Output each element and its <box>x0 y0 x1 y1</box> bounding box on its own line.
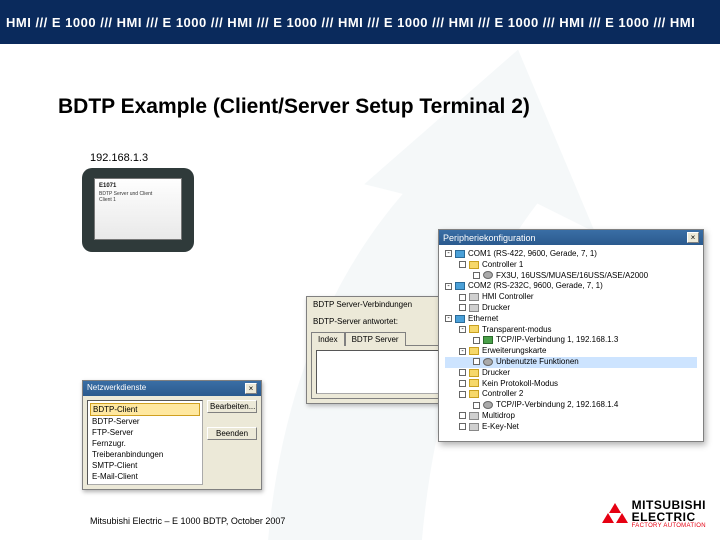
close-button[interactable]: Beenden <box>207 427 257 440</box>
mitsubishi-logo: MITSUBISHI ELECTRIC FACTORY AUTOMATION <box>602 499 706 530</box>
monitor-icon <box>455 282 465 290</box>
network-services-dialog: Netzwerkdienste × BDTP-ClientBDTP-Server… <box>82 380 262 490</box>
green-icon <box>483 336 493 344</box>
gear-icon <box>483 271 493 279</box>
hmi-screen: E1071 BDTP Server und Client Client 1 <box>94 178 182 240</box>
tree-node[interactable]: TCP/IP-Verbindung 1, 192.168.1.3 <box>445 335 697 346</box>
folder-icon <box>469 369 479 377</box>
folder-icon <box>469 261 479 269</box>
hmi-device-illustration: E1071 BDTP Server und Client Client 1 <box>82 168 194 252</box>
config-tree[interactable]: -COM1 (RS-422, 9600, Gerade, 7, 1)Contro… <box>439 245 703 441</box>
list-item[interactable]: BDTP-Server <box>90 416 200 427</box>
folder-icon <box>469 347 479 355</box>
tree-node[interactable]: FX3U, 16USS/MUASE/16USS/ASE/A2000 <box>445 271 697 282</box>
list-item[interactable]: BDTP-Client <box>90 403 200 416</box>
tree-node[interactable]: HMI Controller <box>445 292 697 303</box>
folder-icon <box>469 325 479 333</box>
tab-index[interactable]: Index <box>311 332 345 346</box>
tree-node[interactable]: -Transparent-modus <box>445 325 697 336</box>
tree-node[interactable]: TCP/IP-Verbindung 2, 192.168.1.4 <box>445 400 697 411</box>
gear-icon <box>483 358 493 366</box>
tree-node[interactable]: E-Key-Net <box>445 422 697 433</box>
tree-node[interactable]: -COM1 (RS-422, 9600, Gerade, 7, 1) <box>445 249 697 260</box>
services-list[interactable]: BDTP-ClientBDTP-ServerFTP-ServerFernzugr… <box>87 400 203 485</box>
folder-icon <box>469 379 479 387</box>
footer-text: Mitsubishi Electric – E 1000 BDTP, Octob… <box>90 516 285 526</box>
ip-address-label: 192.168.1.3 <box>90 152 148 164</box>
tree-node[interactable]: Controller 1 <box>445 260 697 271</box>
list-item[interactable]: E-Mail-Client <box>90 471 200 482</box>
gear-icon <box>483 401 493 409</box>
tree-node[interactable]: Unbenutzte Funktionen <box>445 357 697 368</box>
dialog-title: Netzwerkdienste <box>87 383 146 394</box>
close-icon[interactable]: × <box>687 232 699 243</box>
tree-node[interactable]: Drucker <box>445 303 697 314</box>
tree-node[interactable]: -Ethernet <box>445 314 697 325</box>
tab-bdtp-server[interactable]: BDTP Server <box>345 332 406 346</box>
plug-icon <box>469 423 479 431</box>
close-icon[interactable]: × <box>245 383 257 394</box>
folder-icon <box>469 390 479 398</box>
slide-title: BDTP Example (Client/Server Setup Termin… <box>58 95 530 119</box>
plug-icon <box>469 304 479 312</box>
mitsubishi-triangles-icon <box>602 503 628 525</box>
list-item[interactable]: SMTP-Client <box>90 460 200 471</box>
tree-node[interactable]: Drucker <box>445 368 697 379</box>
dialog-title: Peripheriekonfiguration <box>443 233 536 243</box>
list-item[interactable]: FTP-Server <box>90 427 200 438</box>
tree-node[interactable]: Kein Protokoll-Modus <box>445 379 697 390</box>
server-table[interactable] <box>316 350 440 394</box>
list-item[interactable]: Fernzugr. <box>90 438 200 449</box>
list-item[interactable]: Treiberanbindungen <box>90 449 200 460</box>
edit-button[interactable]: Bearbeiten... <box>207 400 257 413</box>
tree-node[interactable]: -Erweiterungskarte <box>445 346 697 357</box>
monitor-icon <box>455 250 465 258</box>
plug-icon <box>469 293 479 301</box>
peripheral-config-dialog: Peripheriekonfiguration × -COM1 (RS-422,… <box>438 229 704 442</box>
top-banner: HMI /// E 1000 /// HMI /// E 1000 /// HM… <box>0 0 720 44</box>
tree-node[interactable]: Controller 2 <box>445 389 697 400</box>
monitor-icon <box>455 315 465 323</box>
tree-node[interactable]: Multidrop <box>445 411 697 422</box>
tree-node[interactable]: -COM2 (RS-232C, 9600, Gerade, 7, 1) <box>445 281 697 292</box>
plug-icon <box>469 412 479 420</box>
